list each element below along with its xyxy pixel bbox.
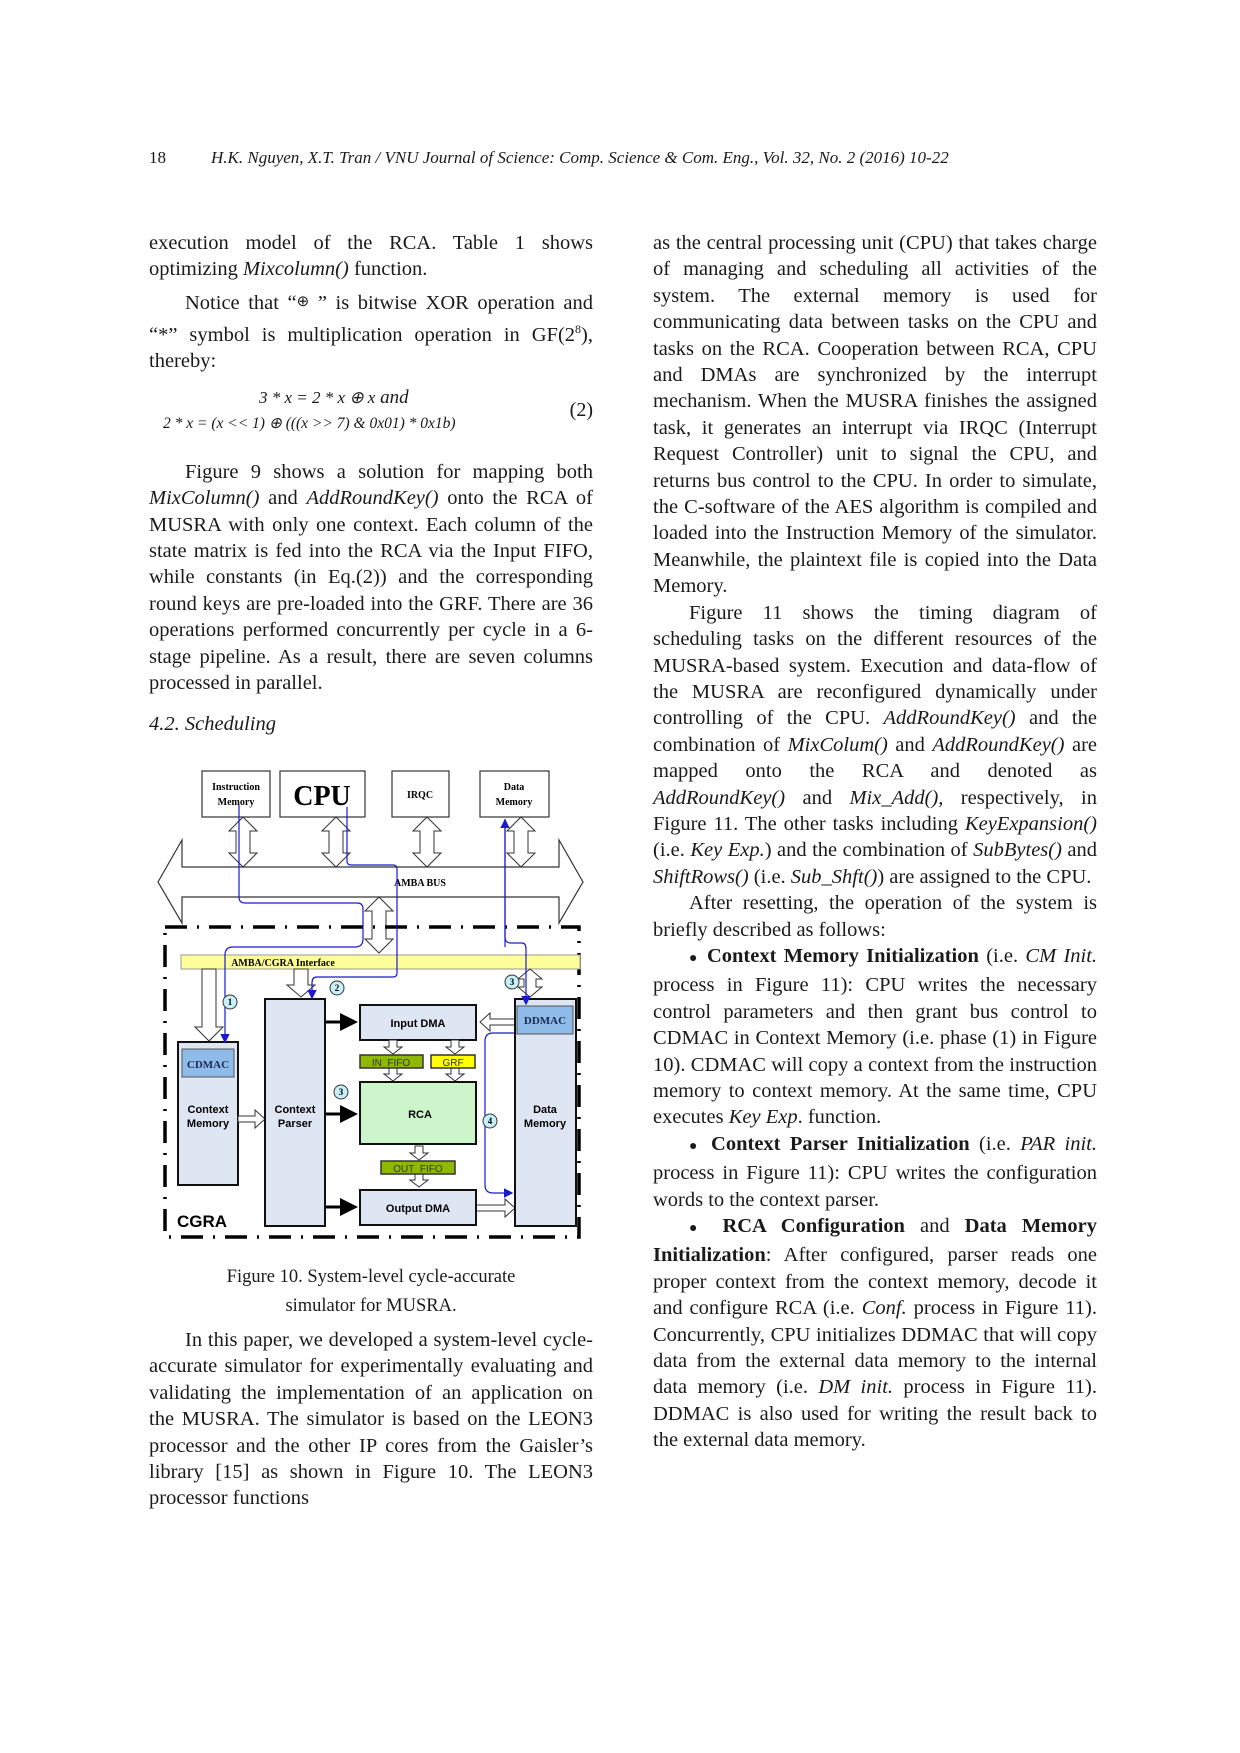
equation-2: 3 * x = 2 * x ⊕ x and 2 * x = (x << 1) ⊕… — [149, 383, 593, 449]
out-fifo-block: OUT_FIFO — [380, 1160, 456, 1175]
svg-text:1: 1 — [228, 997, 233, 1007]
bullet-item: ● Context Memory Initialization (i.e. CM… — [653, 944, 1098, 1129]
paragraph: execution model of the RCA. Table 1 show… — [149, 232, 593, 281]
svg-text:OUT_FIFO: OUT_FIFO — [393, 1164, 443, 1175]
svg-text:CPU: CPU — [293, 781, 351, 812]
system-diagram: Instruction Memory CPU IRQC Data Memory — [157, 770, 584, 1239]
svg-text:IRQC: IRQC — [407, 790, 433, 801]
input-dma-block: Input DMA — [359, 1003, 477, 1041]
output-dma-block: Output DMA — [359, 1188, 477, 1226]
grf-block: GRF — [430, 1054, 476, 1069]
svg-text:RCA: RCA — [408, 1109, 432, 1121]
cgra-label: CGRA — [177, 1212, 227, 1231]
equation-line-2: 2 * x = (x << 1) ⊕ (((x >> 7) & 0x01) * … — [163, 414, 456, 432]
svg-text:Parser: Parser — [278, 1118, 313, 1130]
svg-text:Context: Context — [275, 1104, 316, 1116]
step-3-marker-top: 3 — [504, 974, 520, 990]
svg-text:Memory: Memory — [218, 797, 255, 808]
svg-text:CDMAC: CDMAC — [187, 1059, 229, 1071]
bullet-item: ● RCA Configuration and Data Memory Init… — [653, 1215, 1098, 1452]
svg-text:Memory: Memory — [187, 1118, 230, 1130]
step-1-marker: 1 — [222, 994, 238, 1010]
svg-text:DDMAC: DDMAC — [524, 1015, 566, 1027]
svg-text:Context: Context — [188, 1104, 229, 1116]
data-memory-block: DDMAC Data Memory — [514, 997, 577, 1227]
paragraph: Figure 9 shows a solution for mapping bo… — [149, 460, 593, 695]
svg-text:Input DMA: Input DMA — [391, 1018, 446, 1030]
svg-text:IN_FIFO: IN_FIFO — [372, 1058, 411, 1069]
context-memory-block: CDMAC Context Memory — [177, 1040, 239, 1186]
svg-text:Output DMA: Output DMA — [386, 1203, 450, 1215]
bullet-icon: ● — [689, 1138, 702, 1154]
svg-text:4: 4 — [488, 1116, 493, 1126]
paragraph: Notice that “⊕ ” is bitwise XOR operatio… — [149, 291, 594, 373]
step-3-marker-rca: 3 — [333, 1084, 349, 1100]
xor-symbol: ⊕ — [296, 293, 310, 310]
bullet-icon: ● — [689, 1221, 708, 1237]
bullet-icon: ● — [689, 950, 700, 966]
bullet-item: ● Context Parser Initialization (i.e. PA… — [653, 1132, 1097, 1211]
right-column: as the central processing unit (CPU) tha… — [653, 230, 1097, 1454]
cpu-block: CPU — [279, 770, 366, 818]
data-memory-top-block: Data Memory — [479, 770, 550, 818]
paragraph: In this paper, we developed a system-lev… — [149, 1328, 593, 1510]
equation-line-1: 3 * x = 2 * x ⊕ x — [259, 387, 376, 407]
irqc-block: IRQC — [391, 770, 450, 818]
amba-bus-label: AMBA BUS — [394, 878, 446, 889]
svg-text:Memory: Memory — [524, 1118, 567, 1130]
figure-caption: Figure 10. System-level cycle-accurate s… — [226, 1266, 516, 1316]
figure-10: Instruction Memory CPU IRQC Data Memory — [149, 757, 593, 1257]
svg-text:2: 2 — [335, 983, 340, 993]
equation-number: (2) — [569, 398, 593, 421]
svg-text:3: 3 — [510, 977, 515, 987]
step-2-marker: 2 — [329, 980, 345, 996]
svg-text:3: 3 — [339, 1087, 344, 1097]
svg-text:Instruction: Instruction — [212, 782, 260, 793]
paragraph: After resetting, the operation of the sy… — [653, 892, 1097, 941]
step-4-marker: 4 — [482, 1113, 498, 1129]
instruction-memory-block: Instruction Memory — [201, 770, 271, 818]
page-number: 18 — [149, 148, 166, 167]
svg-text:GRF: GRF — [442, 1058, 463, 1069]
svg-text:AMBA/CGRA Interface: AMBA/CGRA Interface — [231, 958, 335, 969]
context-parser-block: Context Parser — [264, 997, 326, 1227]
paragraph: Figure 11 shows the timing diagram of sc… — [653, 601, 1097, 888]
rca-block: RCA — [359, 1080, 477, 1145]
svg-text:Memory: Memory — [496, 797, 533, 808]
section-heading: 4.2. Scheduling — [149, 712, 276, 735]
running-title: H.K. Nguyen, X.T. Tran / VNU Journal of … — [211, 148, 949, 167]
bus-connectors — [227, 816, 537, 868]
svg-text:Data: Data — [504, 782, 525, 793]
in-fifo-block: IN_FIFO — [359, 1054, 424, 1069]
svg-text:Data: Data — [533, 1104, 558, 1116]
left-column: execution model of the RCA. Table 1 show… — [149, 230, 593, 1512]
paragraph: as the central processing unit (CPU) tha… — [653, 232, 1097, 598]
